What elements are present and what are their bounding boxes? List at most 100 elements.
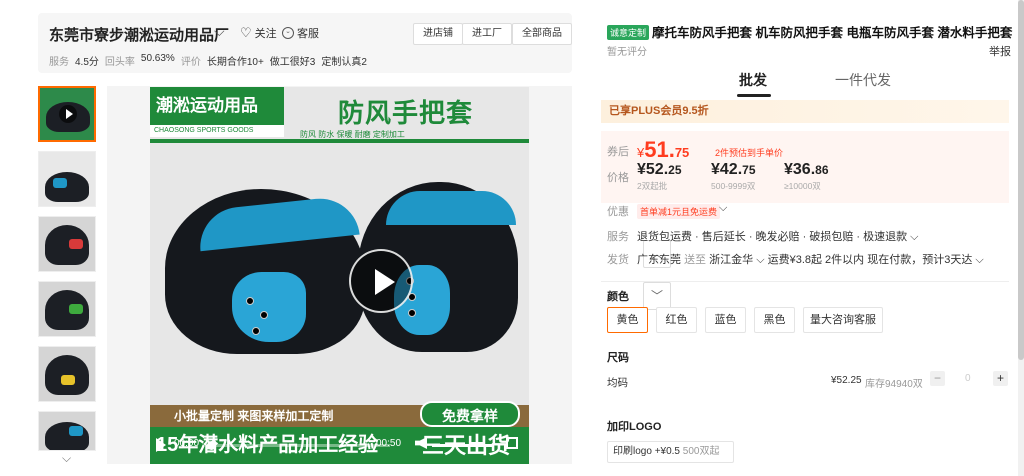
quantity-input[interactable]: 0 [965,373,971,384]
benefit-tag[interactable]: 首单减1元且免运费 [637,204,721,219]
price-tier: ¥52.25 2双起批 [637,161,682,192]
thumbnail-image[interactable] [38,281,96,337]
shipping-details: 运费¥3.8起 2件以内 现在付款，预计3天达 [767,254,973,266]
chevron-down-icon[interactable]: ⌵ [214,23,225,40]
color-option[interactable]: 红色 [656,307,697,333]
scrollbar-thumb[interactable] [1018,0,1024,360]
chevron-down-icon: ⌵ [756,254,765,266]
price-label: 价格 [607,172,629,184]
chevron-down-icon[interactable]: ⌵ [62,451,71,466]
thumbnail-list [38,86,96,460]
shipping-info[interactable]: 广东东莞 送至 浙江金华 ⌵ 运费¥3.8起 2件以内 现在付款，预计3天达 ⌵ [637,251,984,267]
repurchase-value: 50.63% [140,53,175,64]
customer-service-button[interactable]: ᵕ 客服 [282,25,319,41]
service-label: 服务 [607,231,629,243]
product-image-accent [69,239,83,249]
chevron-down-icon: ⌵ [910,231,919,243]
repurchase-label: 回头率 [104,57,135,68]
tier-price-int: ¥52. [637,161,669,178]
tier-range: 500-9999双 [711,181,756,191]
product-image-accent [69,426,83,436]
follow-button[interactable]: ♡ 关注 [240,25,277,41]
color-option[interactable]: 黄色 [607,307,648,333]
poster-brand: 潮淞运动用品 [150,87,284,125]
review-tag[interactable]: 定制认真2 [321,53,367,68]
quantity-increase-button[interactable]: + [993,371,1008,386]
price-tier: ¥42.75 500-9999双 [711,161,756,192]
play-icon[interactable] [156,438,166,452]
product-video[interactable]: 潮淞运动用品 CHAOSONG SPORTS GOODS 防风手把套 防风 防水… [150,87,529,464]
thumbnail-video[interactable] [38,86,96,142]
video-progress-bar[interactable] [210,444,390,447]
tier-price-dec: 75 [742,163,756,177]
shipping-to-word: 送至 [684,254,707,266]
store-name[interactable]: 东莞市寮步潮淞运动用品厂 [49,24,229,45]
store-card: 东莞市寮步潮淞运动用品厂 ⌵ ♡ 关注 ᵕ 客服 进店铺 进工厂 全部商品 服务… [38,13,572,73]
purchase-mode-tabs: 批发 一件代发 [593,70,1013,97]
logo-option[interactable]: 印刷logo +¥0.5 500双起 [607,441,734,463]
thumbnail-image[interactable] [38,411,96,451]
divider [601,281,1009,282]
tier-price-int: ¥36. [784,161,816,178]
quantity-decrease-button[interactable]: − [930,371,945,386]
store-stats: 服务 4.5分 回头率 50.63% 评价 长期合作10+ 做工很好3 定制认真… [49,53,367,68]
play-icon [59,105,77,123]
report-link[interactable]: 举报 [989,43,1011,59]
poster-badge: 免费拿样 [420,401,520,427]
shipping-to: 浙江金华 [709,254,754,266]
follow-label: 关注 [254,28,277,40]
coupon-price: ¥51.75 [637,137,689,163]
color-option[interactable]: 量大咨询客服 [803,307,883,333]
rating-status: 暂无评分 [607,47,647,58]
all-products-button[interactable]: 全部商品 [512,23,572,45]
chevron-down-icon[interactable]: ⌵ [719,202,727,215]
tab-wholesale[interactable]: 批发 [739,70,767,90]
customer-service-label: 客服 [297,28,319,40]
tier-price-dec: 25 [668,163,682,177]
play-icon[interactable] [349,249,413,313]
fullscreen-icon[interactable] [506,437,518,449]
product-image-accent [61,375,75,385]
volume-icon[interactable] [415,437,427,449]
coupon-note: 2件预估到手单价 [715,148,784,158]
glove-eyelet [260,311,268,319]
logo-option-min: 500双起 [682,446,720,457]
price-box: 券后 ¥51.75 2件预估到手单价 价格 ¥52.25 2双起批 ¥42.75… [601,131,1009,203]
tier-range: ≥10000双 [784,181,821,191]
thumbnail-image[interactable] [38,346,96,402]
custom-tag: 诚意定制 [607,25,650,40]
volume-slider[interactable] [432,444,492,447]
glove-eyelet [252,327,260,335]
enter-factory-button[interactable]: 进工厂 [462,23,512,45]
shipping-label: 发货 [607,254,629,266]
service-items-text: 退货包运费 · 售后延长 · 晚发必赔 · 破损包赔 · 极速退款 [637,231,908,243]
product-image-accent [69,304,83,314]
tier-price-int: ¥42. [711,161,743,178]
video-progress-handle[interactable] [207,441,216,450]
size-title: 尺码 [607,352,629,364]
poster-brand-sub: CHAOSONG SPORTS GOODS [150,125,284,137]
tab-dropship[interactable]: 一件代发 [835,70,891,90]
logo-title: 加印LOGO [607,421,662,433]
plus-member-banner: 已享PLUS会员9.5折 [601,100,1009,123]
enter-store-button[interactable]: 进店铺 [413,23,463,45]
glove-trim [386,191,516,225]
video-controls: 00:00 00:50 [150,434,529,458]
tab-indicator [737,94,771,97]
glove-eyelet [408,309,416,317]
product-image-accent [53,178,67,188]
thumbnail-image[interactable] [38,216,96,272]
product-detail-panel: 诚意定制 摩托车防风手把套 机车防风把手套 电瓶车防风手套 潜水料手把套 暂无评分… [593,13,1021,476]
color-option[interactable]: 蓝色 [705,307,746,333]
video-current-time: 00:00 [174,438,200,449]
review-tag[interactable]: 长期合作10+ [207,53,264,68]
product-title-text: 摩托车防风手把套 机车防风把手套 电瓶车防风手套 潜水料手把套 [652,26,1013,40]
tier-range: 2双起批 [637,181,668,191]
review-tag[interactable]: 做工很好3 [270,53,316,68]
color-option[interactable]: 黑色 [754,307,795,333]
service-items[interactable]: 退货包运费 · 售后延长 · 晚发必赔 · 破损包赔 · 极速退款 ⌵ [637,228,919,244]
thumbnail-image[interactable] [38,151,96,207]
tier-price-dec: 86 [815,163,829,177]
coupon-price-dec: 75 [674,145,690,160]
smiley-icon: ᵕ [282,27,294,39]
